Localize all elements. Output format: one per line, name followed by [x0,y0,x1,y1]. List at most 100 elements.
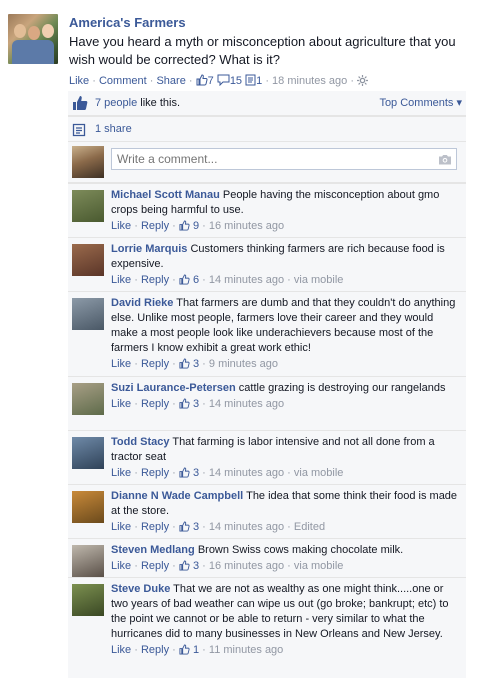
comment-author[interactable]: Steve Duke [111,583,170,595]
comment-body: Dianne N Wade Campbell The idea that som… [111,489,461,535]
comment-reply-link[interactable]: Reply [141,560,169,572]
comment-author[interactable]: Todd Stacy [111,436,169,448]
comment-actions: Like · Reply · 3 · 9 minutes ago [111,357,461,372]
comment-like-count[interactable]: 3 [179,521,199,533]
top-comments-dropdown[interactable]: Top Comments ▾ [379,91,462,115]
comment-like-link[interactable]: Like [111,398,131,410]
comment-list: Michael Scott Manau People having the mi… [68,183,466,678]
camera-icon[interactable] [438,154,452,168]
comment-reply-link[interactable]: Reply [141,467,169,479]
commenter-avatar[interactable] [72,298,104,330]
separator: · [149,75,154,87]
comments-count[interactable]: 15 [217,74,243,87]
comments-panel: 7 people like this. Top Comments ▾ 1 sha… [68,91,466,678]
comment-like-count[interactable]: 3 [179,398,199,410]
post-actions: Like · Comment · Share · 7 15 1 · 18 min… [69,74,489,88]
comment-like-count[interactable]: 3 [179,358,199,370]
comment-reply-link[interactable]: Reply [141,358,169,370]
comment-like-link[interactable]: Like [111,560,131,572]
separator: · [265,75,269,87]
page-name[interactable]: America's Farmers [69,14,489,31]
comment-reply-link[interactable]: Reply [141,521,169,533]
comment-author[interactable]: Lorrie Marquis [111,243,187,255]
comment-like-count-value: 1 [192,644,200,656]
comment-link[interactable]: Comment [99,75,147,87]
comment-timestamp[interactable]: 14 minutes ago [209,398,284,410]
comment-item: Steven Medlang Brown Swiss cows making c… [68,538,466,577]
likes-count-value: 7 [207,75,214,87]
comments-count-value: 15 [229,75,243,87]
likes-count[interactable]: 7 [196,74,214,90]
commenter-avatar[interactable] [72,190,104,222]
thumbs-up-icon [179,644,190,656]
comment-input[interactable] [111,148,457,170]
comment-timestamp[interactable]: 14 minutes ago [209,521,284,533]
separator: · [134,560,138,572]
comment-like-count[interactable]: 1 [179,644,199,656]
separator: · [134,521,138,533]
comment-item: Steve Duke That we are not as wealthy as… [68,577,466,678]
separator: · [202,398,206,410]
comment-like-link[interactable]: Like [111,644,131,656]
commenter-avatar[interactable] [72,545,104,577]
comment-like-count[interactable]: 3 [179,560,199,572]
likes-summary-text: like this. [137,97,181,109]
comment-timestamp[interactable]: 14 minutes ago [209,274,284,286]
comment-like-count[interactable]: 3 [179,467,199,479]
viewer-avatar [72,146,104,178]
commenter-avatar[interactable] [72,437,104,469]
likers-link[interactable]: 7 people [95,97,137,109]
comment-author[interactable]: Steven Medlang [111,544,195,556]
comment-like-count[interactable]: 9 [179,220,199,232]
shares-link[interactable]: 1 share [95,117,132,141]
comment-author[interactable]: Suzi Laurance-Petersen [111,382,236,394]
separator: · [172,644,176,656]
post-body: America's Farmers Have you heard a myth … [69,14,489,88]
share-link[interactable]: Share [156,75,185,87]
comment-body: Lorrie Marquis Customers thinking farmer… [111,242,461,288]
comment-reply-link[interactable]: Reply [141,274,169,286]
comment-reply-link[interactable]: Reply [141,220,169,232]
share-icon [245,74,256,90]
comment-like-count[interactable]: 6 [179,274,199,286]
comment-item: Dianne N Wade Campbell The idea that som… [68,484,466,538]
separator: · [287,274,291,286]
separator: · [202,467,206,479]
comment-timestamp[interactable]: 16 minutes ago [209,220,284,232]
comment-like-link[interactable]: Like [111,358,131,370]
thumbs-up-icon [196,74,208,90]
comment-timestamp[interactable]: 14 minutes ago [209,467,284,479]
comment-author[interactable]: David Rieke [111,297,173,309]
comment-timestamp[interactable]: 11 minutes ago [209,644,283,656]
post-timestamp[interactable]: 18 minutes ago [272,75,347,87]
thumbs-up-icon [179,467,190,479]
comment-author[interactable]: Michael Scott Manau [111,189,220,201]
separator: · [202,358,206,370]
commenter-avatar[interactable] [72,584,104,616]
comment-like-link[interactable]: Like [111,220,131,232]
comment-text: Brown Swiss cows making chocolate milk. [197,544,404,556]
thumbs-up-icon [179,521,190,533]
gear-icon[interactable] [357,75,369,90]
page-avatar[interactable] [8,14,58,64]
comment-item: Suzi Laurance-Petersen cattle grazing is… [68,376,466,430]
separator: · [134,467,138,479]
comment-like-link[interactable]: Like [111,274,131,286]
comment-reply-link[interactable]: Reply [141,644,169,656]
commenter-avatar[interactable] [72,244,104,276]
comment-reply-link[interactable]: Reply [141,398,169,410]
commenter-avatar[interactable] [72,491,104,523]
comment-timestamp[interactable]: 16 minutes ago [209,560,284,572]
comment-like-count-value: 3 [192,358,200,370]
comment-timestamp[interactable]: 9 minutes ago [209,358,278,370]
separator: · [134,274,138,286]
comment-like-link[interactable]: Like [111,521,131,533]
comment-composer [68,142,466,183]
comment-actions: Like · Reply · 1 · 11 minutes ago [111,643,461,658]
like-link[interactable]: Like [69,75,89,87]
commenter-avatar[interactable] [72,383,104,415]
comment-extra[interactable]: Edited [294,521,325,533]
comment-like-link[interactable]: Like [111,467,131,479]
comment-author[interactable]: Dianne N Wade Campbell [111,490,243,502]
shares-count[interactable]: 1 [245,74,262,90]
